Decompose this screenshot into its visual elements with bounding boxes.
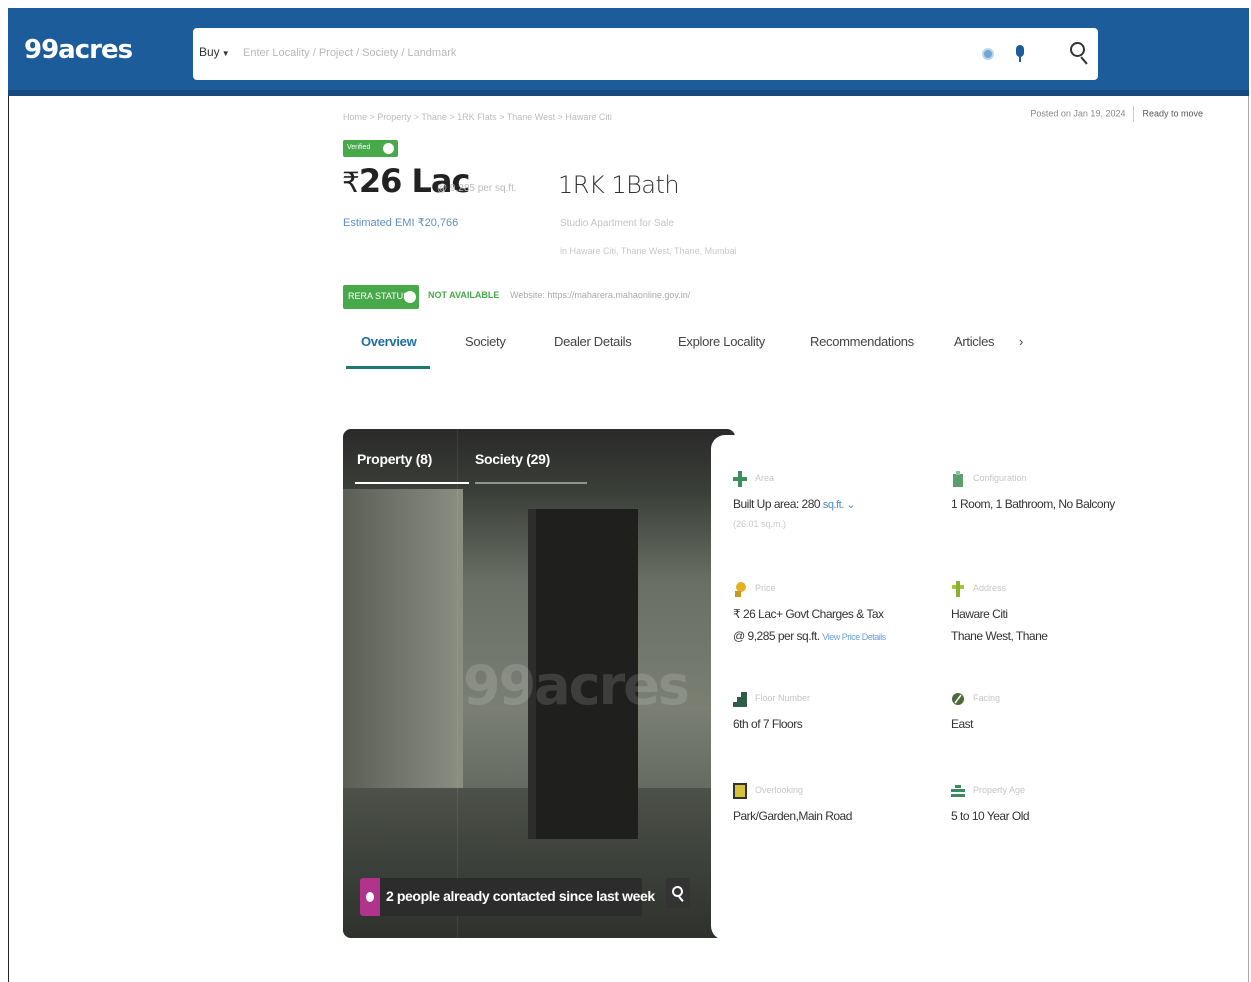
listing-configuration: 1RK 1Bath <box>558 171 680 199</box>
floor-icon <box>733 692 747 707</box>
top-header: 99acres Buy ▼ <box>8 8 1249 96</box>
detail-value-secondary: @ 9,285 per sq.ft. View Price Details <box>733 629 886 643</box>
rera-status-value: NOT AVAILABLE <box>428 290 500 300</box>
price-icon <box>735 582 746 597</box>
detail-label: Price <box>755 583 776 593</box>
detail-value: 6th of 7 Floors <box>733 717 803 731</box>
verified-label: Verified <box>347 144 371 151</box>
detail-value-secondary: Thane West, Thane <box>951 629 1048 643</box>
property-photo-gallery[interactable]: 99acres Property (8) Society (29) 2 peop… <box>343 429 735 938</box>
overlooking-icon <box>733 783 747 799</box>
configuration-icon <box>953 471 963 487</box>
tab-recommendations[interactable]: Recommendations <box>810 334 914 349</box>
property-details-panel: Area Built Up area: 280 sq.ft. ⌄ (26.01 … <box>711 435 1161 940</box>
photo-tab-society[interactable]: Society (29) <box>475 451 550 467</box>
posted-date: Posted on Jan 19, 2024 <box>1030 108 1126 119</box>
detail-label: Configuration <box>973 473 1027 483</box>
area-icon <box>733 471 747 487</box>
chevron-down-icon: ▼ <box>221 49 230 58</box>
detail-value: Park/Garden,Main Road <box>733 809 852 823</box>
search-bar[interactable]: Buy ▼ <box>193 28 1098 80</box>
header-shade <box>8 90 1249 96</box>
address-icon <box>952 581 964 597</box>
verified-badge: Verified <box>343 140 398 157</box>
buy-label: Buy <box>199 45 220 59</box>
facing-icon <box>952 693 964 705</box>
detail-subvalue: (26.01 sq.m.) <box>733 519 787 529</box>
photo-watermark: 99acres <box>463 654 690 717</box>
property-age-icon <box>951 785 965 797</box>
photo-tab-property-indicator <box>355 482 469 484</box>
detail-value: Haware Citi <box>951 607 1008 621</box>
search-icon[interactable] <box>1068 40 1092 68</box>
rera-label: RERA STATUS <box>348 291 410 301</box>
tab-explore-locality[interactable]: Explore Locality <box>678 334 765 349</box>
contact-activity-text: 2 people already contacted since last we… <box>386 888 655 904</box>
tabs-next-arrow-icon[interactable]: › <box>1019 334 1023 349</box>
info-icon[interactable] <box>383 143 394 154</box>
buy-dropdown[interactable]: Buy ▼ <box>199 45 230 59</box>
photo-seam <box>457 429 458 938</box>
posted-info: Posted on Jan 19, 2024 Ready to move <box>1030 106 1203 122</box>
zoom-icon[interactable] <box>666 878 690 908</box>
property-type: Studio Apartment for Sale <box>560 218 674 229</box>
price-per-sqft: @ 9,285 per sq.ft. <box>437 183 517 194</box>
detail-value: 5 to 10 Year Old <box>951 809 1030 823</box>
contact-activity-banner: 2 people already contacted since last we… <box>360 878 655 916</box>
unit-dropdown[interactable]: sq.ft. ⌄ <box>823 499 856 511</box>
breadcrumb[interactable]: Home > Property > Thane > 1RK Flats > Th… <box>343 112 612 122</box>
site-logo[interactable]: 99acres <box>24 35 133 65</box>
possession-status: Ready to move <box>1142 108 1203 119</box>
listing-price: ₹26 Lac <box>342 162 470 200</box>
search-input[interactable] <box>243 40 923 66</box>
frame-edge-left <box>8 96 9 982</box>
rera-status-badge: RERA STATUS <box>343 285 419 309</box>
fire-icon <box>360 878 380 916</box>
detail-value: 1 Room, 1 Bathroom, No Balcony <box>951 497 1115 511</box>
rera-website-link[interactable]: Website: https://maharera.mahaonline.gov… <box>510 290 690 300</box>
microphone-icon[interactable] <box>1015 45 1025 63</box>
locate-me-icon[interactable] <box>982 48 994 60</box>
detail-label: Address <box>973 583 1007 593</box>
estimated-emi-link[interactable]: Estimated EMI ₹20,766 <box>343 216 458 229</box>
tab-dealer-details[interactable]: Dealer Details <box>554 334 632 349</box>
active-tab-indicator <box>346 366 430 369</box>
photo-tab-property[interactable]: Property (8) <box>357 451 432 467</box>
info-icon[interactable] <box>404 291 416 303</box>
tab-articles[interactable]: Articles <box>954 334 995 349</box>
photo-tab-society-indicator <box>475 482 587 484</box>
detail-label: Floor Number <box>755 693 811 703</box>
property-address: in Haware Citi, Thane West, Thane, Mumba… <box>560 246 737 256</box>
detail-label: Property Age <box>973 785 1026 795</box>
tab-society[interactable]: Society <box>465 334 506 349</box>
tab-overview[interactable]: Overview <box>361 334 417 349</box>
detail-value: East <box>951 717 974 731</box>
frame-edge-right <box>1248 96 1249 982</box>
detail-label: Overlooking <box>755 785 804 795</box>
detail-label: Area <box>755 473 775 483</box>
detail-label: Facing <box>973 693 1001 703</box>
detail-value: Built Up area: 280 sq.ft. ⌄ <box>733 497 856 511</box>
detail-value: ₹ 26 Lac+ Govt Charges & Tax <box>733 607 884 621</box>
view-price-details-link[interactable]: View Price Details <box>822 632 886 642</box>
